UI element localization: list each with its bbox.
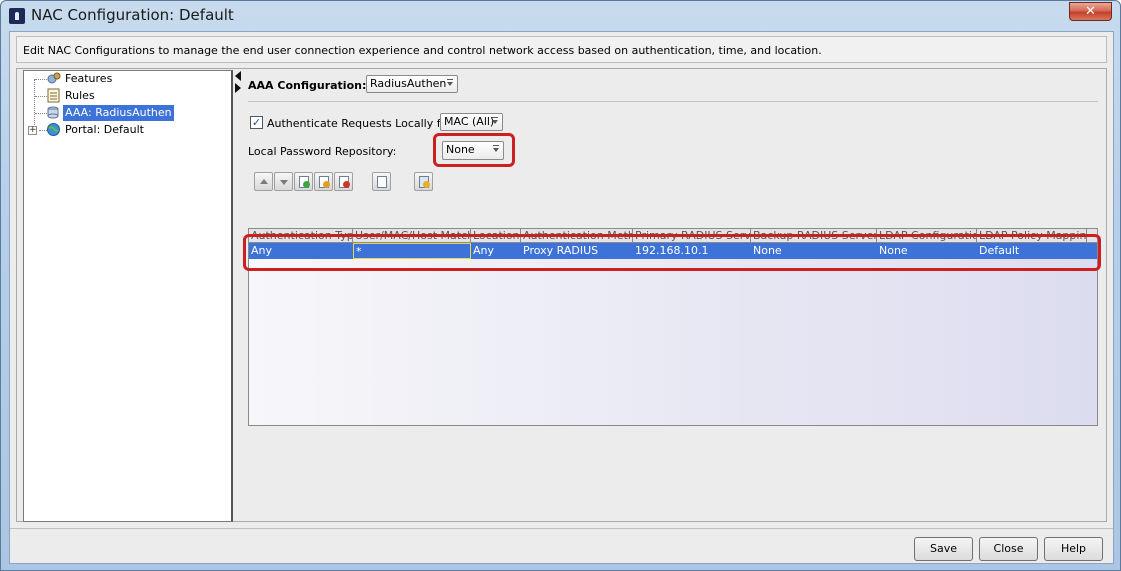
- edit-badge-icon: [323, 181, 330, 188]
- chevron-down-icon: [492, 117, 498, 124]
- password-repository-highlight: [433, 133, 515, 167]
- tree-item-aaa-radiusauthen[interactable]: AAA: RadiusAuthen: [46, 105, 174, 121]
- add-badge-icon: [303, 181, 310, 188]
- features-icon: [47, 72, 61, 84]
- tree-expander[interactable]: +: [28, 126, 37, 135]
- aaa-configuration-label: AAA Configuration:: [248, 79, 367, 92]
- description-text: Edit NAC Configurations to manage the en…: [23, 44, 822, 57]
- delete-row-button[interactable]: [334, 172, 353, 191]
- expand-right-icon[interactable]: [235, 83, 241, 93]
- authenticate-locally-value: MAC (All): [444, 115, 495, 128]
- chevron-down-icon: [447, 79, 453, 86]
- password-repository-label: Local Password Repository:: [248, 145, 397, 158]
- configure-button[interactable]: [414, 172, 433, 191]
- window-title: NAC Configuration: Default: [31, 6, 234, 24]
- authenticate-locally-select[interactable]: MAC (All): [440, 113, 503, 131]
- rules-icon: [47, 88, 60, 103]
- edit-row-button[interactable]: [314, 172, 333, 191]
- tree-item-label: Features: [65, 72, 113, 85]
- close-button[interactable]: Close: [979, 537, 1038, 561]
- nac-configuration-window: NAC Configuration: Default ✕ Edit NAC Co…: [0, 0, 1121, 571]
- help-button[interactable]: Help: [1044, 537, 1103, 561]
- main-panel: Features Rules AAA: RadiusAuthen + Porta…: [16, 68, 1107, 522]
- authenticate-locally-checkbox[interactable]: ✓: [250, 116, 263, 129]
- move-down-button[interactable]: [274, 172, 293, 191]
- tree-connector: [34, 79, 35, 131]
- save-button[interactable]: Save: [914, 537, 973, 561]
- move-up-button[interactable]: [254, 172, 273, 191]
- arrow-up-icon: [260, 179, 268, 184]
- copy-icon: [377, 176, 387, 188]
- title-bar: NAC Configuration: Default ✕: [1, 1, 1120, 31]
- description-panel: Edit NAC Configurations to manage the en…: [16, 36, 1107, 63]
- window-close-button[interactable]: ✕: [1069, 2, 1112, 21]
- arrow-down-icon: [280, 180, 288, 185]
- divider: [248, 101, 1098, 102]
- navigation-tree: Features Rules AAA: RadiusAuthen + Porta…: [23, 70, 233, 522]
- gear-badge-icon: [423, 181, 430, 188]
- portal-globe-icon: [47, 123, 60, 136]
- tree-item-portal-default[interactable]: Portal: Default: [46, 122, 146, 138]
- collapse-left-icon[interactable]: [235, 71, 241, 81]
- aaa-details-panel: AAA Configuration: RadiusAuthen ✓ Authen…: [243, 69, 1106, 521]
- panel-splitter[interactable]: [234, 69, 242, 521]
- aaa-icon: [47, 106, 59, 119]
- delete-badge-icon: [343, 181, 350, 188]
- footer-divider: [10, 528, 1113, 529]
- tree-item-rules[interactable]: Rules: [46, 88, 97, 104]
- tree-item-label: Rules: [65, 89, 95, 102]
- tree-item-label: Portal: Default: [65, 123, 144, 136]
- aaa-configuration-value: RadiusAuthen: [370, 77, 447, 90]
- aaa-configuration-select[interactable]: RadiusAuthen: [366, 75, 458, 93]
- tree-item-features[interactable]: Features: [46, 71, 114, 87]
- add-row-button[interactable]: [294, 172, 313, 191]
- table-row-highlight: [243, 234, 1101, 271]
- copy-row-button[interactable]: [372, 172, 391, 191]
- tree-item-label: AAA: RadiusAuthen: [63, 105, 174, 121]
- app-lock-icon: [9, 8, 25, 24]
- authenticate-locally-label: Authenticate Requests Locally for: [267, 117, 452, 130]
- dialog-body: Edit NAC Configurations to manage the en…: [9, 31, 1114, 564]
